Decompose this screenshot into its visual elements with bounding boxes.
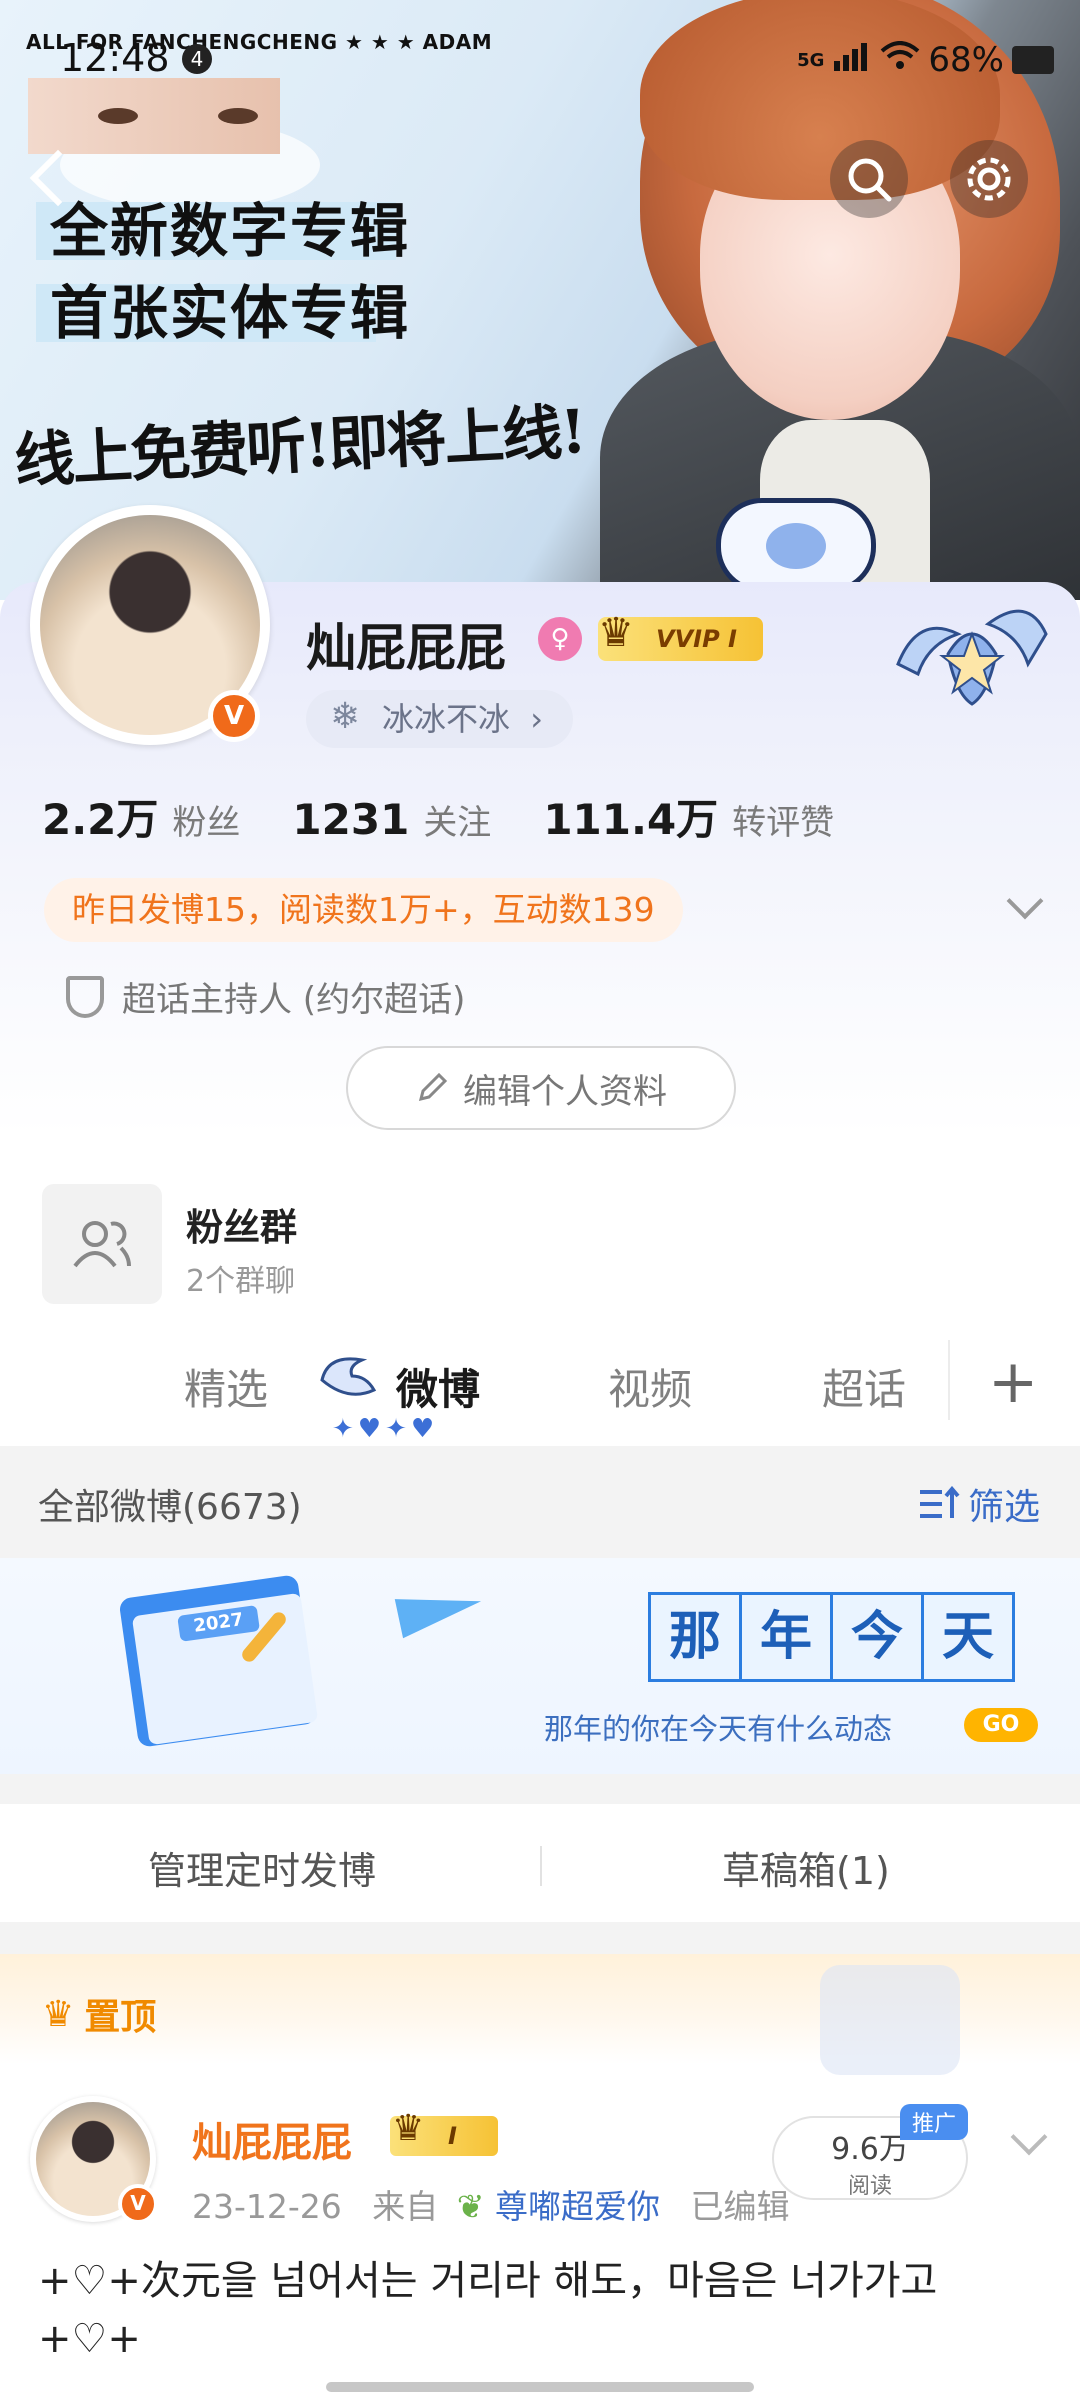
tab-supertopic[interactable]: 超话 (822, 1356, 906, 1417)
title-char: 那 (648, 1592, 742, 1682)
notification-count-badge: 4 (182, 44, 212, 74)
promotion-tag[interactable]: 推广 (900, 2104, 969, 2140)
profile-tabs: 精选 微博 视频 超话 (0, 1336, 1080, 1446)
filter-button[interactable]: 筛选 (918, 1478, 1040, 1530)
promo-line-2: 首张实体专辑 (50, 279, 411, 347)
post-source[interactable]: 尊嘟超爱你 (495, 2187, 660, 2226)
section-gap (0, 1774, 1080, 1804)
add-tab-icon[interactable]: + (988, 1352, 1038, 1412)
signal-icon (832, 40, 872, 80)
yesterday-summary[interactable]: 昨日发博15，阅读数1万+，互动数139 (44, 878, 683, 942)
status-time: 12:48 (60, 36, 170, 80)
winged-star-deco-icon (888, 594, 1056, 724)
edit-profile-button[interactable]: 编辑个人资料 (346, 1046, 736, 1130)
search-icon (848, 158, 892, 202)
wifi-icon (880, 40, 920, 80)
settings-button[interactable] (950, 140, 1028, 218)
manage-scheduled-button[interactable]: 管理定时发博 (148, 1840, 376, 1895)
active-tab-indicator: ✦♥✦♥ (332, 1414, 439, 1444)
stat-interactions-label: 转评赞 (732, 803, 835, 843)
filter-label: 筛选 (967, 1487, 1040, 1528)
wing-tab-icon (318, 1350, 378, 1410)
tab-video[interactable]: 视频 (608, 1356, 692, 1417)
pin-crown-icon: ♛ (42, 1993, 75, 2035)
stat-fans-num: 2.2万 (42, 795, 159, 844)
heart-icon (766, 523, 826, 569)
pencil-icon (418, 1072, 448, 1102)
promo-line-1: 全新数字专辑 (50, 197, 411, 265)
stat-interactions[interactable]: 111.4万 转评赞 (543, 786, 834, 847)
stat-interactions-num: 111.4万 (543, 795, 719, 844)
verified-badge-icon: V (208, 690, 260, 742)
promo-line-3: 线上免费听!即将上线! (12, 397, 587, 497)
stat-fans-label: 粉丝 (172, 803, 241, 843)
stat-following-label: 关注 (423, 803, 492, 843)
post-body-text[interactable]: +♡+次元을 넘어서는 거리라 해도，마음은 너가가고 +♡+ (38, 2252, 1048, 2368)
eye-left (98, 108, 138, 124)
crown-icon: ♛ (598, 610, 634, 656)
female-gender-icon: ♀ (538, 617, 582, 661)
post-meta: 23-12-26 来自 ❦ 尊嘟超爱你 已编辑 (192, 2180, 789, 2228)
shield-icon (66, 975, 104, 1018)
fan-group-title[interactable]: 粉丝群 (186, 1197, 297, 1251)
pinned-label: ♛ 置顶 (42, 1988, 156, 2040)
tab-featured[interactable]: 精选 (184, 1356, 268, 1417)
manage-divider (540, 1846, 542, 1886)
stat-following[interactable]: 1231 关注 (292, 795, 491, 844)
profile-tag-label: 冰冰不冰 (382, 700, 511, 738)
edit-profile-label: 编辑个人资料 (463, 1071, 667, 1112)
host-role-row[interactable]: 超话主持人 (约尔超话) (66, 972, 465, 1021)
home-indicator[interactable] (326, 2382, 754, 2392)
battery-text: 68% (928, 40, 1004, 80)
leaf-icon: ❦ (456, 2187, 485, 2226)
host-role-label: 超话主持人 (约尔超话) (122, 980, 466, 1020)
title-char: 天 (921, 1592, 1015, 1682)
calendar-page: 2027 (131, 1592, 319, 1746)
banner-person-bangs (640, 0, 1000, 200)
drafts-button[interactable]: 草稿箱(1) (722, 1840, 890, 1895)
stat-fans[interactable]: 2.2万 粉丝 (42, 786, 240, 847)
section-gap (0, 1922, 1080, 1954)
network-label: 5G (797, 49, 825, 71)
that-year-today-title: 那 年 今 天 (648, 1592, 1015, 1682)
fan-group-subtitle: 2个群聊 (186, 1264, 296, 1299)
title-char: 今 (830, 1592, 924, 1682)
pinned-label-text: 置顶 (84, 1997, 157, 2038)
post-from-prefix: 来自 (372, 2187, 439, 2226)
that-year-today-subtitle: 那年的你在今天有什么动态 (544, 1712, 893, 1746)
all-weibo-count[interactable]: 全部微博(6673) (38, 1478, 302, 1530)
eye-right (218, 108, 258, 124)
filter-icon (919, 1486, 960, 1518)
title-char: 年 (739, 1592, 833, 1682)
stat-following-num: 1231 (292, 795, 410, 844)
post-options-chevron-icon[interactable] (1010, 2118, 1048, 2156)
post-author-name[interactable]: 灿屁屁屁 (192, 2110, 352, 2168)
calendar-year: 2027 (177, 1605, 261, 1642)
fan-group-icon[interactable] (42, 1184, 162, 1304)
battery-icon (1012, 46, 1054, 74)
reads-label: 阅读 (847, 2174, 892, 2199)
profile-stats: 2.2万 粉丝 1231 关注 111.4万 转评赞 (42, 786, 834, 847)
post-date: 23-12-26 (192, 2187, 342, 2226)
speech-bubble-deco (716, 498, 876, 593)
status-right-group: 5G 68% (797, 40, 1054, 80)
search-button[interactable] (830, 140, 908, 218)
post-crown-icon: ♛ (392, 2108, 425, 2149)
chevron-right-icon: › (530, 700, 543, 738)
tab-weibo[interactable]: 微博 (396, 1356, 480, 1417)
gear-icon (967, 157, 1011, 201)
banner-eye-strip (28, 78, 280, 154)
snowflake-icon: ❄ (330, 696, 361, 737)
tabs-divider (948, 1340, 950, 1420)
post-verified-badge-icon: V (118, 2184, 158, 2224)
go-button[interactable]: GO (964, 1708, 1038, 1742)
profile-username: 灿屁屁屁 (306, 619, 506, 677)
crown-deco-icon (820, 1965, 960, 2075)
